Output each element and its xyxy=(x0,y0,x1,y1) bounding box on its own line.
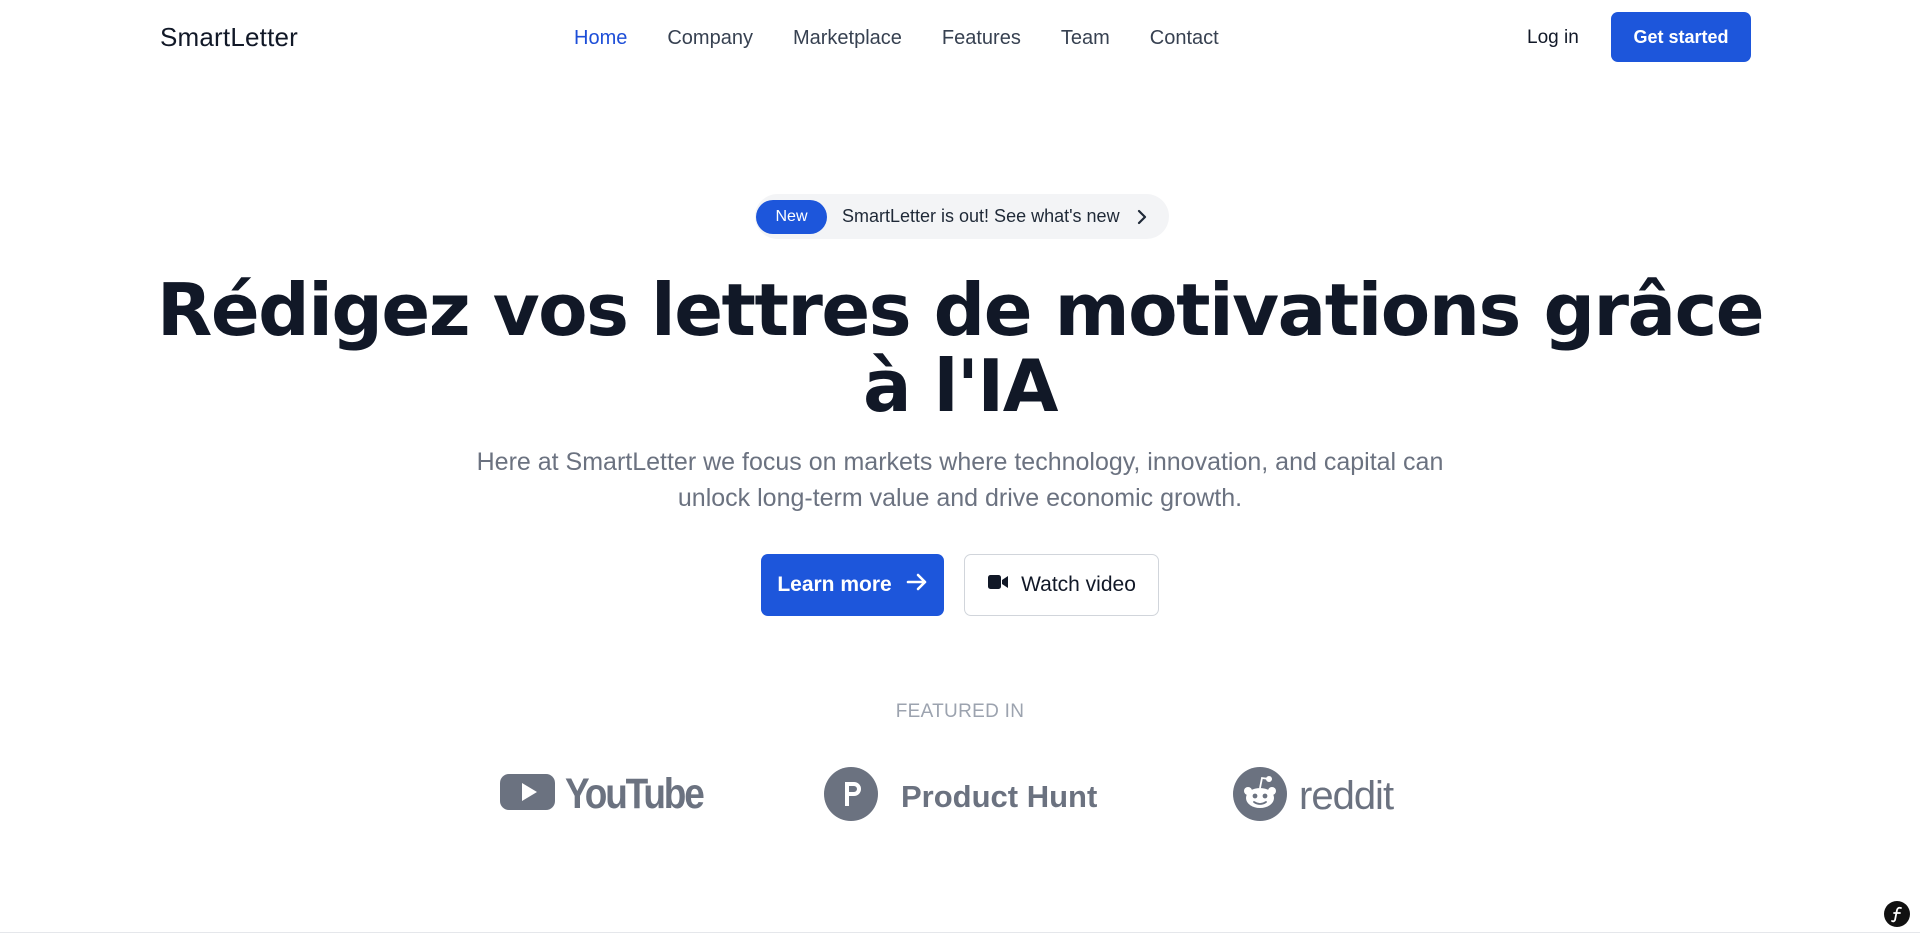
arrow-right-icon xyxy=(906,572,928,598)
chevron-right-icon xyxy=(1134,209,1150,225)
get-started-button[interactable]: Get started xyxy=(1611,12,1751,62)
watch-video-button[interactable]: Watch video xyxy=(964,554,1159,616)
youtube-wordmark: YouTube xyxy=(565,770,705,818)
site-logo[interactable]: SmartLetter xyxy=(160,22,298,53)
symfony-toolbar-icon[interactable] xyxy=(1884,901,1910,927)
nav-item-features[interactable]: Features xyxy=(942,24,1021,52)
nav-item-team[interactable]: Team xyxy=(1061,24,1110,52)
new-badge: New xyxy=(756,199,827,234)
hero-headline: Rédigez vos lettres de motivations grâce… xyxy=(0,272,1920,424)
learn-more-label: Learn more xyxy=(777,573,892,596)
hero-headline-line1: Rédigez vos lettres de motivations grâce xyxy=(156,268,1765,352)
nav-item-home[interactable]: Home xyxy=(574,24,627,52)
nav-item-contact[interactable]: Contact xyxy=(1150,24,1219,52)
page: SmartLetter Home Company Marketplace Fea… xyxy=(0,0,1920,935)
hero-subtitle-line2: unlock long-term value and drive economi… xyxy=(677,484,1243,512)
product-hunt-icon xyxy=(824,767,878,826)
watch-video-label: Watch video xyxy=(1021,573,1136,596)
youtube-logo[interactable]: YouTube xyxy=(500,770,725,819)
reddit-logo[interactable]: reddit xyxy=(1233,767,1394,826)
reddit-wordmark: reddit xyxy=(1299,774,1394,818)
reddit-icon xyxy=(1233,767,1287,826)
top-navbar: SmartLetter Home Company Marketplace Fea… xyxy=(0,0,1920,76)
video-camera-icon xyxy=(987,573,1009,597)
featured-in-label: FEATURED IN xyxy=(895,701,1025,722)
product-hunt-logo[interactable]: Product Hunt xyxy=(824,767,1097,826)
login-link[interactable]: Log in xyxy=(1527,24,1579,52)
bottom-divider xyxy=(0,932,1920,933)
youtube-icon xyxy=(500,772,555,817)
hero-subtitle-line1: Here at SmartLetter we focus on markets … xyxy=(476,448,1444,476)
nav-item-marketplace[interactable]: Marketplace xyxy=(793,24,902,52)
announcement-text: SmartLetter is out! See what's new xyxy=(842,206,1120,226)
hero-headline-line2: à l'IA xyxy=(863,344,1058,428)
nav-item-company[interactable]: Company xyxy=(667,24,753,52)
learn-more-button[interactable]: Learn more xyxy=(761,554,944,616)
announcement-pill[interactable]: New SmartLetter is out! See what's new xyxy=(755,194,1169,239)
hero-subtitle: Here at SmartLetter we focus on markets … xyxy=(460,444,1460,516)
main-nav: Home Company Marketplace Features Team C… xyxy=(574,24,1219,52)
product-hunt-wordmark: Product Hunt xyxy=(901,778,1098,814)
